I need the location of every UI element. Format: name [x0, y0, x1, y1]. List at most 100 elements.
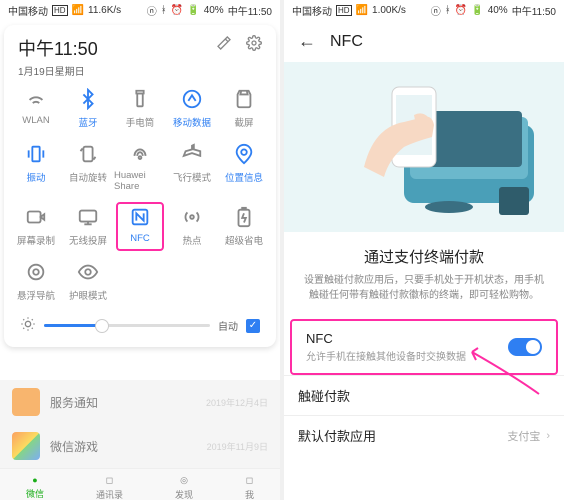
phone-left-quicksettings: 中国移动 HD 📶 11.6K/s ⓝ ᚼ ⏰ 🔋 40% 中午11:50 服务… — [0, 0, 280, 500]
airplane-icon — [181, 143, 203, 165]
nfc-toggle-row[interactable]: NFC 允许手机在接触其他设备时交换数据 — [290, 319, 558, 375]
brightness-icon — [20, 316, 36, 335]
alarm-icon: ⏰ — [455, 5, 467, 16]
qs-tile-label: 悬浮导航 — [17, 288, 55, 302]
brightness-slider[interactable] — [44, 324, 210, 327]
qs-tile-flashlight[interactable]: 手电筒 — [114, 88, 166, 129]
eye-comfort-icon — [77, 261, 99, 283]
background-app: 服务通知 2019年12月4日 微信游戏 2019年11月9日 ●微信 ◻通讯录… — [0, 380, 280, 500]
list-item: 服务通知 2019年12月4日 — [0, 380, 280, 424]
screenshot-icon — [233, 88, 255, 110]
wlan-icon — [25, 88, 47, 110]
qs-tile-label: 热点 — [182, 233, 201, 247]
qs-tile-airplane[interactable]: 飞行模式 — [166, 143, 218, 192]
hotspot-icon — [181, 206, 203, 228]
row-title: 微信游戏 — [50, 438, 98, 455]
brightness-row: 自动 ✓ — [10, 302, 270, 335]
qs-tile-label: NFC — [130, 233, 150, 244]
default-app-row[interactable]: 默认付款应用 支付宝 › — [284, 415, 564, 455]
status-time: 中午11:50 — [228, 3, 272, 18]
qs-tile-screenshot[interactable]: 截屏 — [218, 88, 270, 129]
nav-me[interactable]: ◻我 — [245, 475, 254, 500]
qs-tile-wlan[interactable]: WLAN — [10, 88, 62, 129]
back-button[interactable]: ← — [298, 31, 316, 52]
qs-tile-float-nav[interactable]: 悬浮导航 — [10, 261, 62, 302]
qs-tile-super-save[interactable]: 超级省电 — [218, 206, 270, 247]
qs-tile-location[interactable]: 位置信息 — [218, 143, 270, 192]
nav-discover[interactable]: ◎发现 — [175, 475, 193, 500]
qs-tile-screen-record[interactable]: 屏幕录制 — [10, 206, 62, 247]
qs-tile-label: 自动旋转 — [69, 170, 107, 184]
qs-grid: WLAN 蓝牙手电筒 移动数据 截屏振动自动旋转 Huawei Share飞行模式位置信… — [10, 88, 270, 302]
default-app-value: 支付宝 — [507, 428, 540, 444]
chevron-right-icon: › — [546, 430, 550, 442]
net-speed: 11.6K/s — [88, 5, 121, 16]
huawei-share-icon — [129, 143, 151, 165]
qs-tile-label: 屏幕录制 — [17, 233, 55, 247]
flashlight-icon — [129, 88, 151, 110]
row-date: 2019年12月4日 — [206, 396, 268, 409]
tap-pay-row[interactable]: 触碰付款 — [284, 375, 564, 415]
qs-tile-label: Huawei Share — [114, 170, 166, 192]
nfc-row-sub: 允许手机在接触其他设备时交换数据 — [306, 348, 508, 363]
qs-tile-label: 护眼模式 — [69, 288, 107, 302]
nfc-illustration — [284, 62, 564, 232]
nav-wechat[interactable]: ●微信 — [26, 475, 44, 500]
qs-tile-label: WLAN — [22, 115, 49, 126]
nfc-status-icon: ⓝ — [147, 3, 157, 18]
panel-time: 中午11:50 — [18, 35, 98, 61]
battery-icon: 🔋 — [187, 5, 199, 16]
float-nav-icon — [25, 261, 47, 283]
service-notice-icon — [12, 388, 40, 416]
nfc-row-title: NFC — [306, 331, 508, 346]
auto-rotate-icon — [77, 143, 99, 165]
hd-icon: HD — [336, 5, 352, 16]
section-heading: 通过支付终端付款 — [300, 246, 548, 267]
qs-tile-label: 移动数据 — [173, 115, 211, 129]
wireless-proj-icon — [77, 206, 99, 228]
location-icon — [233, 143, 255, 165]
qs-tile-label: 手电筒 — [126, 115, 155, 129]
bottom-nav: ●微信 ◻通讯录 ◎发现 ◻我 — [0, 468, 280, 500]
row-title: 服务通知 — [50, 394, 98, 411]
signal-icon: 📶 — [356, 5, 368, 16]
qs-tile-huawei-share[interactable]: Huawei Share — [114, 143, 166, 192]
nfc-status-icon: ⓝ — [431, 3, 441, 18]
mobile-data-icon — [181, 88, 203, 110]
nfc-toggle-switch[interactable] — [508, 338, 542, 356]
qs-tile-nfc[interactable]: NFC — [114, 206, 166, 247]
qs-tile-bluetooth[interactable]: 蓝牙 — [62, 88, 114, 129]
info-section: 通过支付终端付款 设置触碰付款应用后，只要手机处于开机状态，用手机触碰任何带有触… — [284, 232, 564, 313]
super-save-icon — [233, 206, 255, 228]
qs-tile-label: 截屏 — [234, 115, 253, 129]
settings-icon[interactable] — [246, 35, 262, 54]
qs-tile-auto-rotate[interactable]: 自动旋转 — [62, 143, 114, 192]
carrier: 中国移动 — [292, 3, 332, 18]
nfc-icon — [129, 206, 151, 228]
bluetooth-icon — [77, 88, 99, 110]
qs-tile-hotspot[interactable]: 热点 — [166, 206, 218, 247]
list-item: 微信游戏 2019年11月9日 — [0, 424, 280, 468]
battery-pct: 40% — [488, 5, 508, 16]
auto-label: 自动 — [218, 318, 238, 333]
row-date: 2019年11月9日 — [207, 440, 268, 453]
edit-icon[interactable] — [216, 35, 232, 54]
qs-tile-label: 位置信息 — [225, 170, 263, 184]
bluetooth-status-icon: ᚼ — [161, 5, 167, 16]
tap-pay-title: 触碰付款 — [298, 386, 550, 405]
carrier: 中国移动 — [8, 3, 48, 18]
nav-contacts[interactable]: ◻通讯录 — [96, 475, 123, 500]
page-title: NFC — [330, 33, 363, 51]
battery-pct: 40% — [204, 5, 224, 16]
section-desc: 设置触碰付款应用后，只要手机处于开机状态，用手机触碰任何带有触碰付款徽标的终端，… — [300, 273, 548, 303]
statusbar-right: 中国移动 HD 📶 1.00K/s ⓝ ᚼ ⏰ 🔋 40% 中午11:50 — [284, 0, 564, 21]
statusbar-left: 中国移动 HD 📶 11.6K/s ⓝ ᚼ ⏰ 🔋 40% 中午11:50 — [0, 0, 280, 21]
qs-tile-vibrate[interactable]: 振动 — [10, 143, 62, 192]
qs-tile-mobile-data[interactable]: 移动数据 — [166, 88, 218, 129]
qs-tile-label: 超级省电 — [225, 233, 263, 247]
qs-tile-eye-comfort[interactable]: 护眼模式 — [62, 261, 114, 302]
qs-tile-wireless-proj[interactable]: 无线投屏 — [62, 206, 114, 247]
hd-icon: HD — [52, 5, 68, 16]
auto-brightness-checkbox[interactable]: ✓ — [246, 319, 260, 333]
page-header: ← NFC — [284, 21, 564, 62]
